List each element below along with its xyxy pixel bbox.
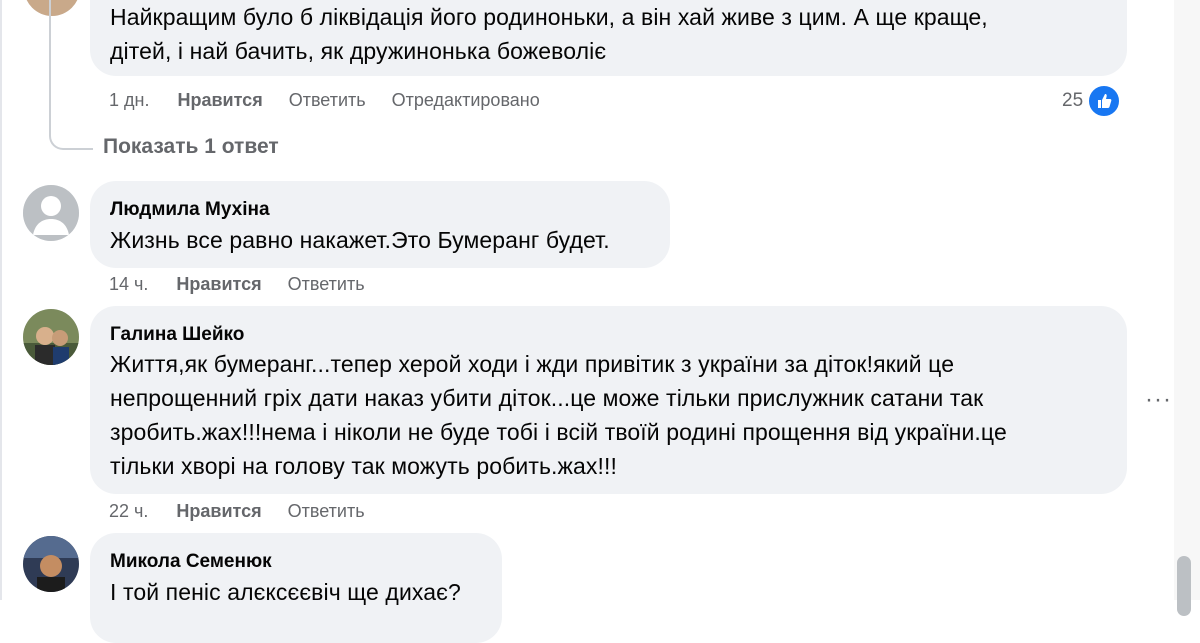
reply-button[interactable]: Ответить — [288, 501, 365, 522]
reaction-summary[interactable]: 25 — [1062, 84, 1122, 118]
comment-bubble: Микола Семенюк І той пеніс алєксєєвіч ще… — [90, 533, 502, 643]
comment-author[interactable]: Людмила Мухіна — [110, 199, 270, 221]
comment-time[interactable]: 14 ч. — [109, 274, 148, 295]
edited-label: Отредактировано — [391, 89, 540, 110]
avatar[interactable] — [23, 309, 79, 365]
comment-time[interactable]: 1 дн. — [109, 90, 149, 111]
comment-bubble: Найкращим було б ліквідація його родинон… — [90, 0, 1127, 76]
comment-actions: 14 ч. Нравится Ответить — [109, 272, 365, 296]
avatar[interactable] — [23, 536, 79, 592]
comment-bubble: Галина Шейко Життя,як бумеранг...тепер х… — [90, 306, 1127, 494]
scrollbar[interactable] — [1174, 0, 1200, 616]
thumbs-up-icon — [1087, 84, 1122, 118]
comment-actions: 22 ч. Нравится Ответить — [109, 499, 365, 523]
reply-thread-line — [49, 0, 93, 150]
comment-text: І той пеніс алєксєєвіч ще дихає? — [110, 579, 461, 605]
show-replies-link[interactable]: Показать 1 ответ — [103, 135, 279, 159]
comment-text: Жизнь все равно накажет.Это Бумеранг буд… — [110, 227, 610, 253]
like-button[interactable]: Нравится — [176, 501, 261, 522]
comment-text: Найкращим було б ліквідація його родинон… — [110, 4, 988, 64]
like-button[interactable]: Нравится — [176, 274, 261, 295]
comment-author[interactable]: Микола Семенюк — [110, 551, 272, 573]
comment-author[interactable]: Галина Шейко — [110, 324, 244, 346]
comment-bubble: Людмила Мухіна Жизнь все равно накажет.Э… — [90, 181, 670, 268]
reply-button[interactable]: Ответить — [288, 274, 365, 295]
comment-actions: 1 дн. Нравится Ответить Отредактировано — [109, 88, 540, 112]
comment-time[interactable]: 22 ч. — [109, 501, 148, 522]
more-options-icon[interactable]: ··· — [1145, 386, 1172, 414]
scrollbar-thumb[interactable] — [1177, 556, 1191, 616]
like-button[interactable]: Нравится — [177, 90, 262, 111]
avatar[interactable] — [23, 185, 79, 241]
comments-panel: Найкращим було б ліквідація його родинон… — [0, 0, 1200, 643]
reaction-count: 25 — [1062, 90, 1084, 111]
reply-button[interactable]: Ответить — [289, 90, 366, 111]
panel-border — [0, 0, 2, 600]
comment-text: Життя,як бумеранг...тепер херой ходи і ж… — [110, 351, 1007, 479]
